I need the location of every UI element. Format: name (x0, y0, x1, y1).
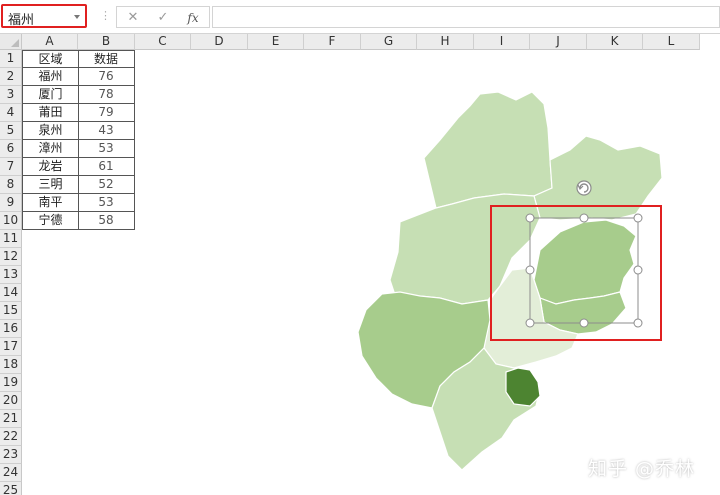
resize-handle[interactable] (633, 213, 643, 223)
map-region-fuzhou[interactable] (533, 219, 637, 305)
resize-handle[interactable] (525, 265, 535, 275)
resize-handle[interactable] (579, 318, 589, 328)
map-region-xiamen[interactable] (505, 367, 541, 407)
rotate-handle-icon[interactable] (576, 180, 592, 196)
map-region-ningde[interactable] (533, 135, 663, 221)
fujian-map (357, 91, 663, 471)
resize-handle[interactable] (633, 318, 643, 328)
resize-handle[interactable] (525, 213, 535, 223)
map-region-nanping[interactable] (423, 91, 553, 209)
watermark: 知乎 @乔林 (588, 458, 696, 480)
resize-handle[interactable] (633, 265, 643, 275)
resize-handle[interactable] (579, 213, 589, 223)
resize-handle[interactable] (525, 318, 535, 328)
